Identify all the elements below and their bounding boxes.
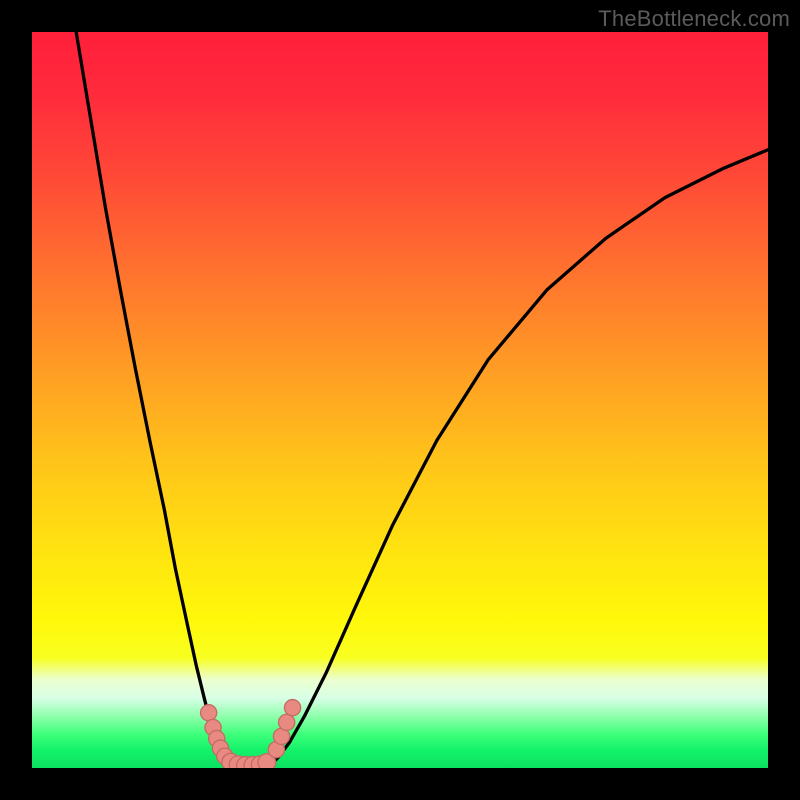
marker-group bbox=[201, 700, 301, 768]
data-marker bbox=[279, 714, 295, 730]
plot-area bbox=[32, 32, 768, 768]
watermark-label: TheBottleneck.com bbox=[598, 6, 790, 32]
curve-left-branch bbox=[76, 32, 227, 764]
data-marker bbox=[201, 705, 217, 721]
curve-right-branch bbox=[271, 150, 768, 765]
curve-layer bbox=[32, 32, 768, 768]
data-marker bbox=[284, 700, 300, 716]
chart-stage: TheBottleneck.com bbox=[0, 0, 800, 800]
